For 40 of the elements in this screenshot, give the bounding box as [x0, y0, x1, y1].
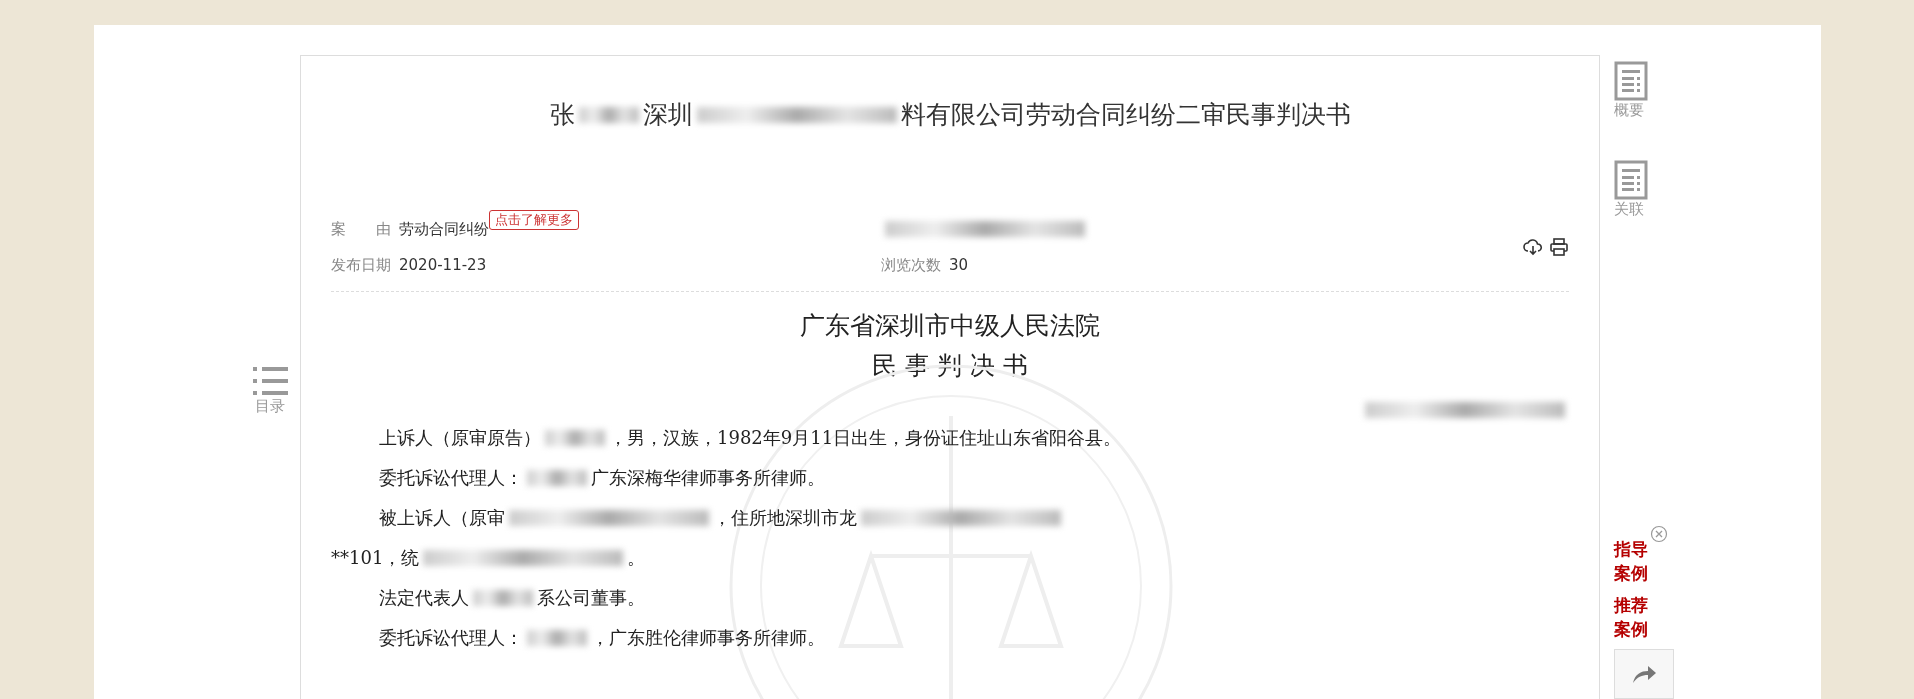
- document-title: 料有限公司劳动合同纠纷二审民事判决书: [900, 99, 1351, 131]
- paragraph-text: ，男，汉族，1982年9月11日出生，身份证住址山东省阳谷县。: [609, 426, 1122, 450]
- redaction-blur: [473, 590, 533, 606]
- field-value: 2020-11-23: [399, 256, 487, 274]
- document-title: 张: [549, 99, 575, 131]
- learn-more-tag[interactable]: 点击了解更多: [489, 210, 579, 230]
- redaction-blur: [527, 470, 587, 486]
- numbered-list-icon: [250, 365, 290, 397]
- redaction-blur: [527, 630, 587, 646]
- toc-button[interactable]: 目录: [250, 365, 290, 416]
- document-list-icon: [1614, 160, 1648, 200]
- document-list-icon: [1614, 61, 1648, 101]
- close-icon[interactable]: [1650, 525, 1668, 543]
- redaction-blur: [545, 430, 605, 446]
- document-title: 深圳: [642, 99, 693, 131]
- paragraph-text: 委托诉讼代理人：: [379, 466, 523, 490]
- field-label: 浏览次数: [881, 255, 941, 275]
- court-name: 广东省深圳市中级人民法院: [799, 310, 1101, 342]
- share-button[interactable]: [1614, 649, 1674, 699]
- sidebar-item[interactable]: 概要: [1614, 61, 1648, 120]
- case-link[interactable]: 推荐案例: [1614, 593, 1654, 641]
- paragraph-text: 上诉人（原审原告）: [379, 426, 541, 450]
- sidebar-item[interactable]: 关联: [1614, 160, 1648, 219]
- printer-icon[interactable]: [1549, 238, 1569, 256]
- redaction-blur: [578, 106, 639, 123]
- paragraph-text: **101，统: [331, 546, 420, 570]
- paragraph-text: 广东深梅华律师事务所律师。: [591, 466, 825, 490]
- paragraph-text: 。: [627, 546, 646, 570]
- paragraph-text: 委托诉讼代理人：: [379, 626, 523, 650]
- paragraph-text: 法定代表人: [379, 586, 469, 610]
- field-value: 劳动合同纠纷: [399, 219, 489, 239]
- field-label: 发布日期: [331, 255, 391, 275]
- paragraph-text: ，住所地深圳市龙: [713, 506, 857, 530]
- paragraph-text: 系公司董事。: [537, 586, 645, 610]
- field-label: 案 由: [331, 219, 391, 239]
- paragraph-text: ，广东胜伦律师事务所律师。: [591, 626, 825, 650]
- cloud-download-icon[interactable]: [1523, 238, 1543, 256]
- field-value: 30: [949, 256, 969, 274]
- paragraph-text: 被上诉人（原审: [379, 506, 505, 530]
- case-link[interactable]: 指导案例: [1614, 537, 1654, 585]
